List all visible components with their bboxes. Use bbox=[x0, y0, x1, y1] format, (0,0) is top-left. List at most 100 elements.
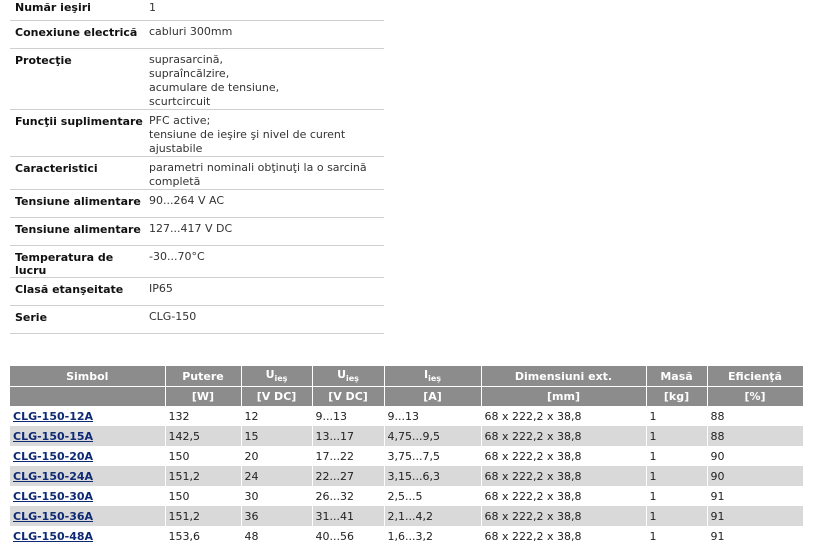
cell-voltage-range: 40...56 bbox=[312, 526, 385, 546]
spec-value: 1 bbox=[143, 0, 384, 21]
header-power: Putere bbox=[165, 366, 242, 387]
table-row: CLG-150-12A 132 12 9...13 9...13 68 x 222,2 x… bbox=[10, 406, 804, 426]
spec-value: suprasarcină, supraîncălzire, acumulare … bbox=[143, 48, 384, 110]
cell-symbol: CLG-150-15A bbox=[10, 426, 166, 446]
cell-voltage-range: 22...27 bbox=[312, 466, 385, 486]
spec-value: PFC active; tensiune de ieşire şi nivel … bbox=[143, 109, 384, 157]
products-body: CLG-150-12A 132 12 9...13 9...13 68 x 222,2 x… bbox=[10, 406, 804, 546]
cell-voltage-out: 20 bbox=[241, 446, 313, 466]
table-row: CLG-150-30A 150 30 26...32 2,5...5 68 x 222,2… bbox=[10, 486, 804, 506]
spec-label: Protecţie bbox=[10, 48, 143, 110]
cell-voltage-out: 36 bbox=[241, 506, 313, 526]
spec-value: IP65 bbox=[143, 277, 384, 306]
cell-power: 150 bbox=[165, 446, 242, 466]
table-row: CLG-150-36A 151,2 36 31...41 2,1...4,2 68 x 2… bbox=[10, 506, 804, 526]
header-efficiency: Eficienţă bbox=[707, 366, 804, 387]
table-row: CLG-150-15A 142,5 15 13...17 4,75...9,5 68 x … bbox=[10, 426, 804, 446]
cell-current-out: 4,75...9,5 bbox=[384, 426, 482, 446]
cell-efficiency: 90 bbox=[707, 466, 804, 486]
spec-row: Tensiune alimentare 90...264 V AC bbox=[10, 189, 384, 218]
cell-efficiency: 91 bbox=[707, 506, 804, 526]
spec-row: Clasă etanşeitate IP65 bbox=[10, 277, 384, 306]
header-current-out: Iieş bbox=[384, 366, 482, 387]
header-symbol: Simbol bbox=[10, 366, 166, 387]
spec-label: Tensiune alimentare bbox=[10, 189, 143, 218]
cell-power: 153,6 bbox=[165, 526, 242, 546]
cell-voltage-out: 30 bbox=[241, 486, 313, 506]
spec-row: Funcţii suplimentare PFC active; tensiun… bbox=[10, 109, 384, 157]
cell-efficiency: 91 bbox=[707, 526, 804, 546]
spec-row: Conexiune electrică cabluri 300mm bbox=[10, 20, 384, 49]
product-link[interactable]: CLG-150-12A bbox=[13, 410, 93, 423]
cell-voltage-out: 15 bbox=[241, 426, 313, 446]
spec-label: Temperatura de lucru bbox=[10, 245, 143, 278]
product-link[interactable]: CLG-150-24A bbox=[13, 470, 93, 483]
product-link[interactable]: CLG-150-20A bbox=[13, 450, 93, 463]
spec-row: Serie CLG-150 bbox=[10, 305, 384, 334]
cell-power: 151,2 bbox=[165, 506, 242, 526]
cell-voltage-out: 48 bbox=[241, 526, 313, 546]
spec-label: Funcţii suplimentare bbox=[10, 109, 143, 157]
cell-current-out: 9...13 bbox=[384, 406, 482, 426]
cell-mass: 1 bbox=[646, 506, 708, 526]
cell-symbol: CLG-150-30A bbox=[10, 486, 166, 506]
header-mass: Masă bbox=[646, 366, 708, 387]
unit-cell: [W] bbox=[165, 386, 242, 406]
spec-label: Clasă etanşeitate bbox=[10, 277, 143, 306]
cell-power: 151,2 bbox=[165, 466, 242, 486]
product-link[interactable]: CLG-150-36A bbox=[13, 510, 93, 523]
cell-mass: 1 bbox=[646, 466, 708, 486]
header-voltage-range: Uieş bbox=[312, 366, 385, 387]
unit-cell: [A] bbox=[384, 386, 482, 406]
spec-value: 127...417 V DC bbox=[143, 217, 384, 246]
cell-efficiency: 88 bbox=[707, 406, 804, 426]
unit-cell: [mm] bbox=[481, 386, 647, 406]
spec-value: 90...264 V AC bbox=[143, 189, 384, 218]
cell-power: 142,5 bbox=[165, 426, 242, 446]
unit-cell: [%] bbox=[707, 386, 804, 406]
cell-dimensions: 68 x 222,2 x 38,8 bbox=[481, 446, 647, 466]
spec-label: Conexiune electrică bbox=[10, 20, 143, 49]
unit-cell: [V DC] bbox=[241, 386, 313, 406]
cell-voltage-range: 26...32 bbox=[312, 486, 385, 506]
cell-mass: 1 bbox=[646, 406, 708, 426]
cell-current-out: 2,5...5 bbox=[384, 486, 482, 506]
cell-efficiency: 91 bbox=[707, 486, 804, 506]
cell-dimensions: 68 x 222,2 x 38,8 bbox=[481, 406, 647, 426]
spec-row: Caracteristici parametri nominali obţinu… bbox=[10, 156, 384, 190]
cell-voltage-range: 13...17 bbox=[312, 426, 385, 446]
spec-label: Caracteristici bbox=[10, 156, 143, 190]
spec-row: Număr ieşiri 1 bbox=[10, 0, 384, 21]
unit-cell: [kg] bbox=[646, 386, 708, 406]
cell-efficiency: 90 bbox=[707, 446, 804, 466]
spec-row: Protecţie suprasarcină, supraîncălzire, … bbox=[10, 48, 384, 110]
cell-dimensions: 68 x 222,2 x 38,8 bbox=[481, 486, 647, 506]
cell-symbol: CLG-150-48A bbox=[10, 526, 166, 546]
product-link[interactable]: CLG-150-15A bbox=[13, 430, 93, 443]
header-row: Simbol Putere Uieş Uieş Iieş Dimensiuni … bbox=[10, 366, 804, 387]
cell-power: 132 bbox=[165, 406, 242, 426]
spec-value: CLG-150 bbox=[143, 305, 384, 334]
cell-current-out: 1,6...3,2 bbox=[384, 526, 482, 546]
header-voltage-out: Uieş bbox=[241, 366, 313, 387]
cell-voltage-range: 31...41 bbox=[312, 506, 385, 526]
cell-voltage-out: 12 bbox=[241, 406, 313, 426]
cell-current-out: 2,1...4,2 bbox=[384, 506, 482, 526]
cell-dimensions: 68 x 222,2 x 38,8 bbox=[481, 466, 647, 486]
spec-row: Temperatura de lucru -30...70°C bbox=[10, 245, 384, 278]
cell-symbol: CLG-150-20A bbox=[10, 446, 166, 466]
specifications-table: Număr ieşiri 1 Conexiune electrică cablu… bbox=[10, 0, 384, 334]
product-link[interactable]: CLG-150-30A bbox=[13, 490, 93, 503]
cell-current-out: 3,75...7,5 bbox=[384, 446, 482, 466]
unit-cell bbox=[10, 386, 166, 406]
products-table: Simbol Putere Uieş Uieş Iieş Dimensiuni … bbox=[10, 366, 804, 546]
cell-current-out: 3,15...6,3 bbox=[384, 466, 482, 486]
product-link[interactable]: CLG-150-48A bbox=[13, 530, 93, 543]
spec-value: parametri nominali obţinuţi la o sarcină… bbox=[143, 156, 384, 190]
cell-power: 150 bbox=[165, 486, 242, 506]
cell-voltage-range: 17...22 bbox=[312, 446, 385, 466]
cell-symbol: CLG-150-24A bbox=[10, 466, 166, 486]
units-row: [W] [V DC] [V DC] [A] [mm] [kg] [%] bbox=[10, 386, 804, 406]
cell-mass: 1 bbox=[646, 526, 708, 546]
spec-label: Tensiune alimentare bbox=[10, 217, 143, 246]
